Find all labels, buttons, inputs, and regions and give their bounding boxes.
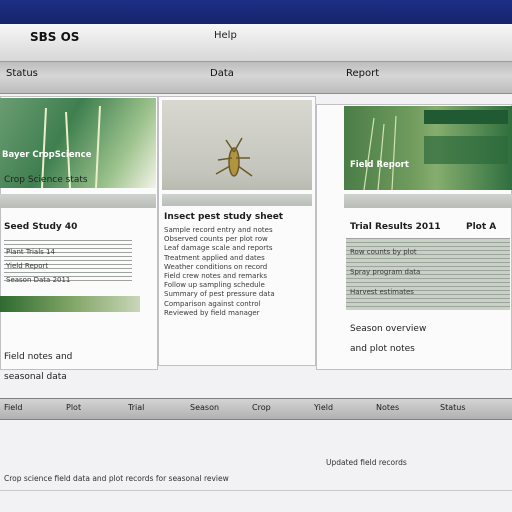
nav-item-report[interactable]: Report — [346, 68, 379, 79]
image-strip — [0, 296, 140, 312]
card-line: Row counts by plot — [350, 248, 417, 256]
footer-text: Crop science field data and plot records… — [4, 474, 229, 483]
card-bottom-line: Season overview — [350, 324, 427, 334]
card-line: Field crew notes and remarks — [164, 272, 267, 281]
card-line: Follow up sampling schedule — [164, 281, 265, 290]
field-photo — [344, 106, 512, 190]
footer-right-text: Updated field records — [326, 458, 407, 467]
card-line: Harvest estimates — [350, 288, 414, 296]
insect-icon — [215, 137, 253, 177]
card-line: Observed counts per plot row — [164, 235, 268, 244]
card-heading: Insect pest study sheet — [164, 212, 284, 222]
card-line: Plant Trials 14 — [6, 248, 55, 256]
card-heading: Seed Study 40 — [4, 222, 78, 232]
insect-photo — [162, 100, 312, 190]
image-tag: Field Report — [350, 160, 409, 170]
column-header[interactable]: Plot — [66, 403, 81, 412]
card-divider — [0, 194, 156, 208]
text-block: Sample record entry and notes Observed c… — [164, 226, 310, 326]
card-line: Treatment applied and dates — [164, 253, 265, 262]
card-caption: Crop Science stats — [4, 175, 88, 185]
card-line: Sample record entry and notes — [164, 226, 273, 234]
card-divider — [162, 194, 312, 206]
nav-item-data[interactable]: Data — [210, 68, 234, 79]
column-header[interactable]: Field — [4, 403, 22, 412]
card-bottom-line: seasonal data — [4, 372, 67, 382]
nav-item-status[interactable]: Status — [6, 68, 38, 79]
column-header[interactable]: Status — [440, 403, 466, 412]
card-line: Comparison against control — [164, 299, 261, 308]
column-header[interactable]: Notes — [376, 403, 399, 412]
column-header[interactable]: Season — [190, 403, 219, 412]
column-header[interactable]: Crop — [252, 403, 271, 412]
column-header[interactable]: Yield — [314, 403, 333, 412]
column-header[interactable]: Trial — [128, 403, 144, 412]
card-line: Season Data 2011 — [6, 276, 71, 284]
card-line: Weather conditions on record — [164, 262, 268, 271]
card-line: Leaf damage scale and reports — [164, 244, 273, 253]
card-line: Spray program data — [350, 268, 421, 276]
card-line: Summary of pest pressure data — [164, 290, 275, 299]
nav-bar — [0, 62, 512, 94]
footer-divider — [0, 490, 512, 491]
card-divider — [344, 194, 512, 208]
card-bottom-line: and plot notes — [350, 344, 415, 354]
card-line: Yield Report — [6, 262, 49, 270]
help-menu[interactable]: Help — [214, 30, 237, 41]
field-rows-icon — [363, 110, 508, 190]
image-tag: Bayer CropScience — [2, 150, 92, 160]
window-titlebar — [0, 0, 512, 24]
card-bottom-line: Field notes and — [4, 352, 73, 362]
card-side-heading: Plot A — [466, 222, 497, 232]
app-title: SBS OS — [30, 30, 80, 44]
card-line: Reviewed by field manager — [164, 308, 260, 317]
card-heading: Trial Results 2011 — [350, 222, 441, 232]
